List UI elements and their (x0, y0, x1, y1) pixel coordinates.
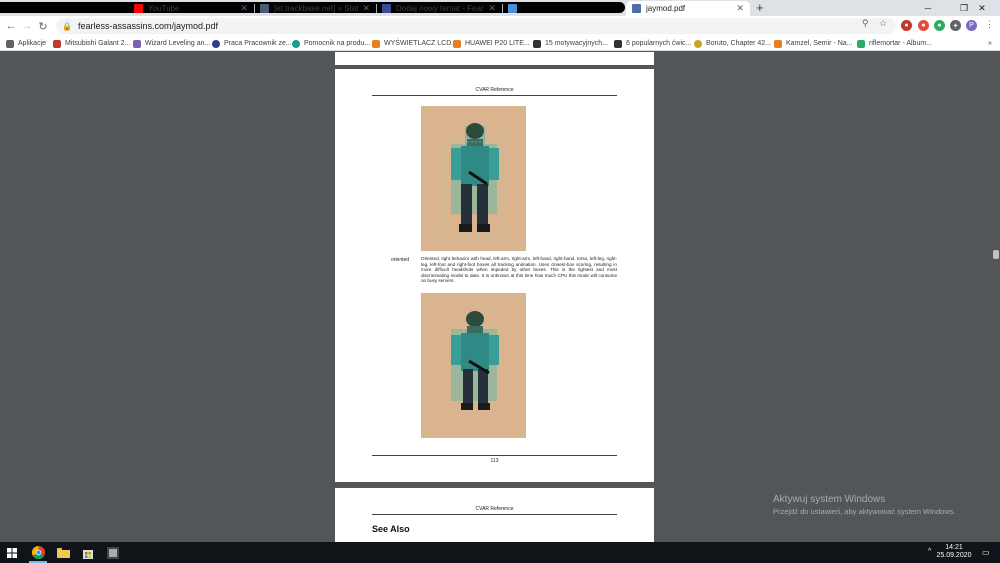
taskbar-chrome[interactable] (26, 542, 50, 563)
taskbar-store[interactable] (76, 542, 100, 563)
extension-adblock-icon[interactable]: ● (901, 20, 912, 31)
tab-redacted[interactable] (502, 1, 626, 16)
bookmark-item[interactable]: Wizard Leveling an... (133, 38, 210, 49)
scrollbar-thumb[interactable] (993, 250, 999, 259)
definition-text: Oriented, tight behavior with head, left… (421, 256, 617, 284)
windows-icon (7, 547, 17, 558)
page-number: 113 (490, 458, 499, 464)
bookmark-item[interactable]: Kamzel, Semir - Na... (774, 38, 853, 49)
extensions-puzzle-icon[interactable]: ✦ (950, 20, 961, 31)
start-button[interactable] (0, 542, 24, 563)
tab-youtube[interactable]: YouTube ✕ (128, 1, 254, 16)
bookmark-item[interactable]: 15 motywacyjnych... (533, 38, 608, 49)
tab-jaymod-pdf[interactable]: jaymod.pdf ✕ (626, 1, 750, 16)
app-grid-icon (107, 546, 119, 559)
hitbox-figure (421, 106, 526, 251)
bookmark-item[interactable]: 6 popularnych ćwic... (614, 38, 691, 49)
bookmark-item[interactable]: HUAWEI P20 LITE... (453, 38, 530, 49)
site-icon (614, 39, 622, 48)
hitbox-figure (421, 293, 526, 438)
bookmark-item[interactable]: Praca Pracownik ze... (212, 38, 292, 49)
site-icon (508, 4, 517, 13)
header-rule (372, 95, 617, 96)
reload-icon: ↻ (38, 20, 48, 33)
site-icon (533, 39, 541, 48)
soldier-hitbox-illustration (446, 123, 504, 235)
site-icon (260, 4, 269, 13)
clock-time: 14:21 (945, 544, 963, 551)
extension-red-icon[interactable]: ● (918, 20, 929, 31)
praca-icon (212, 39, 220, 48)
bookmark-item[interactable]: Boruto, Chapter 42... (694, 38, 771, 49)
bookmark-item[interactable]: Pomocnik na produ... (292, 38, 370, 49)
wizard-icon (133, 39, 141, 48)
site-icon (857, 39, 865, 48)
pdf-page-previous (335, 52, 654, 65)
section-heading: See Also (372, 524, 410, 534)
store-bag-icon (83, 549, 93, 559)
bookmark-item[interactable]: Mitsubishi Galant 2... (53, 38, 130, 49)
close-icon[interactable]: ✕ (362, 3, 370, 14)
close-icon[interactable]: ✕ (488, 3, 496, 14)
pdf-viewer[interactable]: CVAR Reference oriented Oriented, tight … (0, 52, 1000, 542)
tab-forum[interactable]: Dodaj nowy temat - Fearless As ✕ (376, 1, 502, 16)
header-rule (372, 514, 617, 515)
extension-green-icon[interactable]: ● (934, 20, 945, 31)
running-header: CVAR Reference (475, 506, 514, 512)
forward-button[interactable]: → (20, 19, 34, 33)
manga-icon (694, 39, 702, 48)
back-button[interactable]: ← (4, 19, 18, 33)
tab-strip: YouTube ✕ [et.trackbase.net] » Statistic… (0, 0, 1000, 16)
arrow-left-icon: ← (5, 20, 17, 32)
notifications-icon[interactable]: ▭ (982, 548, 990, 557)
scrollbar[interactable] (991, 52, 1000, 542)
new-tab-button[interactable]: + (756, 1, 764, 15)
soundcloud-icon (774, 39, 782, 48)
reload-button[interactable]: ↻ (36, 19, 50, 33)
bookmark-apps[interactable]: Aplikacje (6, 38, 46, 49)
allegro-icon (372, 39, 380, 48)
taskbar: ^ 14:21 25.09.2020 ▭ (0, 542, 1000, 563)
folder-icon (56, 548, 70, 558)
youtube-icon (134, 4, 143, 13)
close-icon[interactable]: ✕ (736, 3, 744, 14)
footer-rule (372, 455, 617, 456)
allegro-icon (453, 39, 461, 48)
soldier-hitbox-illustration (451, 311, 499, 410)
close-icon[interactable]: ✕ (240, 3, 248, 14)
tray-chevron-up-icon[interactable]: ^ (928, 548, 931, 555)
mitsubishi-icon (53, 39, 61, 48)
bookmark-item[interactable]: riflemortar - Album... (857, 38, 932, 49)
bookmark-item[interactable]: WYŚWIETLACZ LCD... (372, 38, 457, 49)
taskbar-file-explorer[interactable] (51, 542, 75, 563)
site-icon (292, 39, 300, 48)
lock-icon: 🔒 (62, 21, 72, 31)
forum-icon (382, 4, 391, 13)
menu-kebab-icon[interactable]: ⋮ (985, 19, 994, 30)
address-bar[interactable]: 🔒 fearless-assassins.com/jaymod.pdf (56, 18, 896, 34)
taskbar-clock[interactable]: 14:21 25.09.2020 (936, 544, 972, 560)
bookmarks-bar: Aplikacje Mitsubishi Galant 2... Wizard … (0, 36, 1000, 51)
address-url: fearless-assassins.com/jaymod.pdf (77, 21, 219, 31)
clock-date: 25.09.2020 (936, 552, 972, 559)
activation-watermark-subtitle: Przejdź do ustawień, aby aktywować syste… (773, 507, 956, 516)
minimize-button[interactable]: ─ (910, 0, 946, 16)
pdf-page-next: CVAR Reference See Also (335, 488, 654, 542)
chrome-icon (31, 546, 45, 559)
window-close-button[interactable]: ✕ (964, 0, 1000, 16)
definition-term: oriented (391, 257, 410, 263)
arrow-right-icon: → (21, 20, 33, 32)
running-header: CVAR Reference (475, 87, 514, 93)
taskbar-app[interactable] (101, 542, 125, 563)
avatar[interactable]: P (966, 20, 977, 31)
browser-toolbar: ← → ↻ 🔒 fearless-assassins.com/jaymod.pd… (0, 16, 1000, 36)
zoom-icon[interactable]: ⚲ (862, 18, 869, 29)
tab-trackbase[interactable]: [et.trackbase.net] » Statistics fo ✕ (254, 1, 376, 16)
pdf-page: CVAR Reference oriented Oriented, tight … (335, 69, 654, 482)
bookmarks-overflow-icon[interactable]: » (988, 38, 992, 49)
bookmark-star-icon[interactable]: ☆ (879, 18, 887, 29)
pdf-icon (632, 4, 641, 13)
activation-watermark-title: Aktywuj system Windows (773, 494, 886, 505)
apps-grid-icon (6, 39, 14, 48)
